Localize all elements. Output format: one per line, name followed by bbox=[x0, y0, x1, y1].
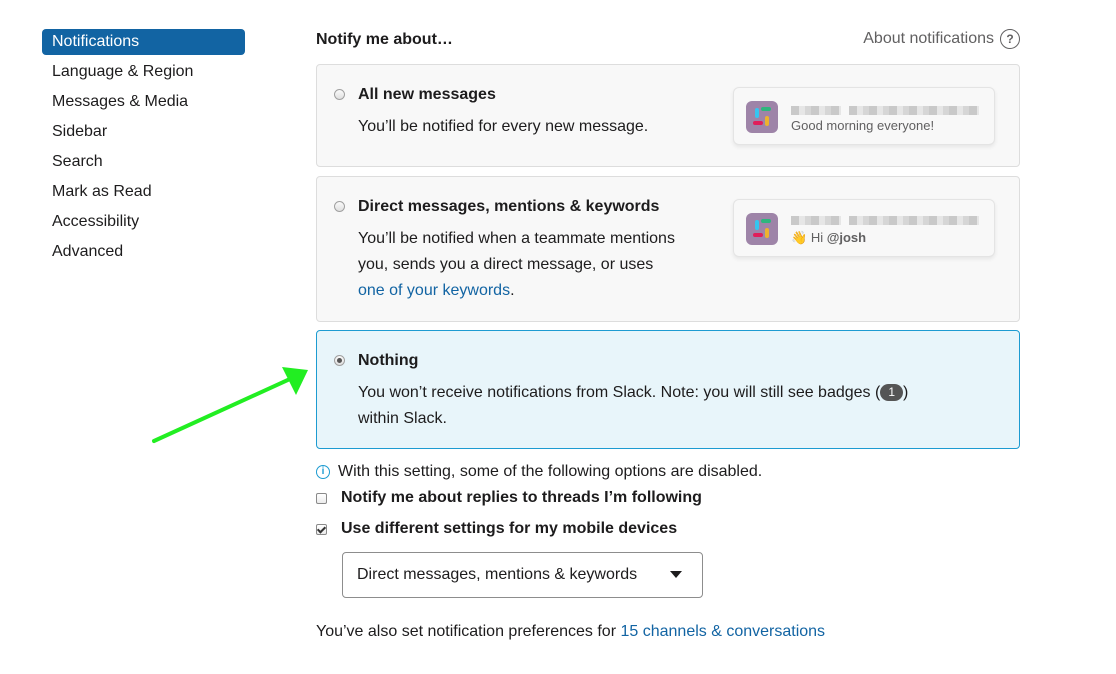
preview-message: 👋 Hi @josh bbox=[791, 230, 867, 245]
description-line: You’ll be notified when a teammate menti… bbox=[358, 230, 675, 247]
mobile-checkbox[interactable] bbox=[316, 523, 327, 535]
option-title: Nothing bbox=[358, 352, 419, 369]
help-icon: ? bbox=[1000, 29, 1020, 49]
sidebar-item-sidebar[interactable]: Sidebar bbox=[42, 119, 245, 145]
threads-checkbox-label: Notify me about replies to threads I’m f… bbox=[341, 489, 702, 506]
option-title: Direct messages, mentions & keywords bbox=[358, 198, 660, 215]
blurred-channel-name bbox=[849, 216, 979, 225]
description-line: one of your keywords. bbox=[358, 278, 675, 304]
description-line: you, sends you a direct message, or uses bbox=[358, 256, 654, 273]
blurred-sender-name bbox=[791, 106, 841, 115]
blurred-sender-name bbox=[791, 216, 841, 225]
description-line: You won’t receive notifications from Sla… bbox=[358, 384, 909, 401]
settings-sidebar: Notifications Language & Region Messages… bbox=[42, 29, 245, 269]
mobile-checkbox-label: Use different settings for my mobile dev… bbox=[341, 520, 678, 537]
preview-message: Good morning everyone! bbox=[791, 118, 935, 133]
option-description: You’ll be notified for every new message… bbox=[358, 118, 649, 135]
section-title: Notify me about… bbox=[316, 31, 453, 48]
notification-preview: 👋 Hi @josh bbox=[733, 199, 995, 257]
option-all-new-messages[interactable]: All new messages You’ll be notified for … bbox=[316, 64, 1020, 167]
description-line: within Slack. bbox=[358, 410, 447, 427]
annotation-arrow-icon bbox=[152, 367, 308, 443]
option-description: You won’t receive notifications from Sla… bbox=[358, 380, 908, 432]
option-description: You’ll be notified when a teammate menti… bbox=[358, 226, 675, 304]
keywords-link[interactable]: one of your keywords bbox=[358, 282, 510, 299]
radio-nothing[interactable] bbox=[334, 355, 345, 366]
threads-checkbox[interactable] bbox=[316, 492, 327, 504]
sidebar-item-messages-media[interactable]: Messages & Media bbox=[42, 89, 245, 115]
about-notifications-label: About notifications bbox=[863, 30, 994, 47]
notifications-panel: Notify me about… About notifications ? A… bbox=[316, 29, 1020, 640]
select-value: Direct messages, mentions & keywords bbox=[357, 566, 638, 583]
notice-text: With this setting, some of the following… bbox=[338, 463, 763, 480]
sidebar-item-accessibility[interactable]: Accessibility bbox=[42, 209, 245, 235]
notification-preview: Good morning everyone! bbox=[733, 87, 995, 145]
dropdown-caret-icon bbox=[670, 571, 682, 578]
mention: @josh bbox=[826, 230, 867, 245]
slack-logo-icon bbox=[746, 101, 778, 133]
wave-emoji-icon: 👋 bbox=[791, 230, 808, 245]
mobile-checkbox-row[interactable]: Use different settings for my mobile dev… bbox=[316, 520, 677, 538]
blurred-channel-name bbox=[849, 106, 979, 115]
option-direct-mentions-keywords[interactable]: Direct messages, mentions & keywords You… bbox=[316, 176, 1020, 322]
badge-count: 1 bbox=[880, 384, 904, 401]
info-icon: i bbox=[316, 465, 330, 479]
radio-all-new-messages[interactable] bbox=[334, 89, 345, 100]
option-title: All new messages bbox=[358, 86, 496, 103]
about-notifications-link[interactable]: About notifications ? bbox=[863, 29, 1020, 49]
sidebar-item-language-region[interactable]: Language & Region bbox=[42, 59, 245, 85]
sidebar-item-advanced[interactable]: Advanced bbox=[42, 239, 245, 265]
footer-text: You’ve also set notification preferences… bbox=[316, 623, 621, 640]
disabled-options-notice: i With this setting, some of the followi… bbox=[316, 463, 762, 481]
radio-direct-mentions-keywords[interactable] bbox=[334, 201, 345, 212]
section-header: Notify me about… About notifications ? bbox=[316, 29, 1020, 55]
option-nothing[interactable]: Nothing You won’t receive notifications … bbox=[316, 330, 1020, 449]
sidebar-item-mark-as-read[interactable]: Mark as Read bbox=[42, 179, 245, 205]
sidebar-item-notifications[interactable]: Notifications bbox=[42, 29, 245, 55]
mobile-notification-select[interactable]: Direct messages, mentions & keywords bbox=[342, 552, 703, 598]
threads-checkbox-row[interactable]: Notify me about replies to threads I’m f… bbox=[316, 489, 702, 507]
channel-preferences-footer: You’ve also set notification preferences… bbox=[316, 623, 825, 641]
sidebar-item-search[interactable]: Search bbox=[42, 149, 245, 175]
slack-logo-icon bbox=[746, 213, 778, 245]
channels-conversations-link[interactable]: 15 channels & conversations bbox=[620, 623, 825, 640]
description-end: . bbox=[510, 282, 515, 299]
